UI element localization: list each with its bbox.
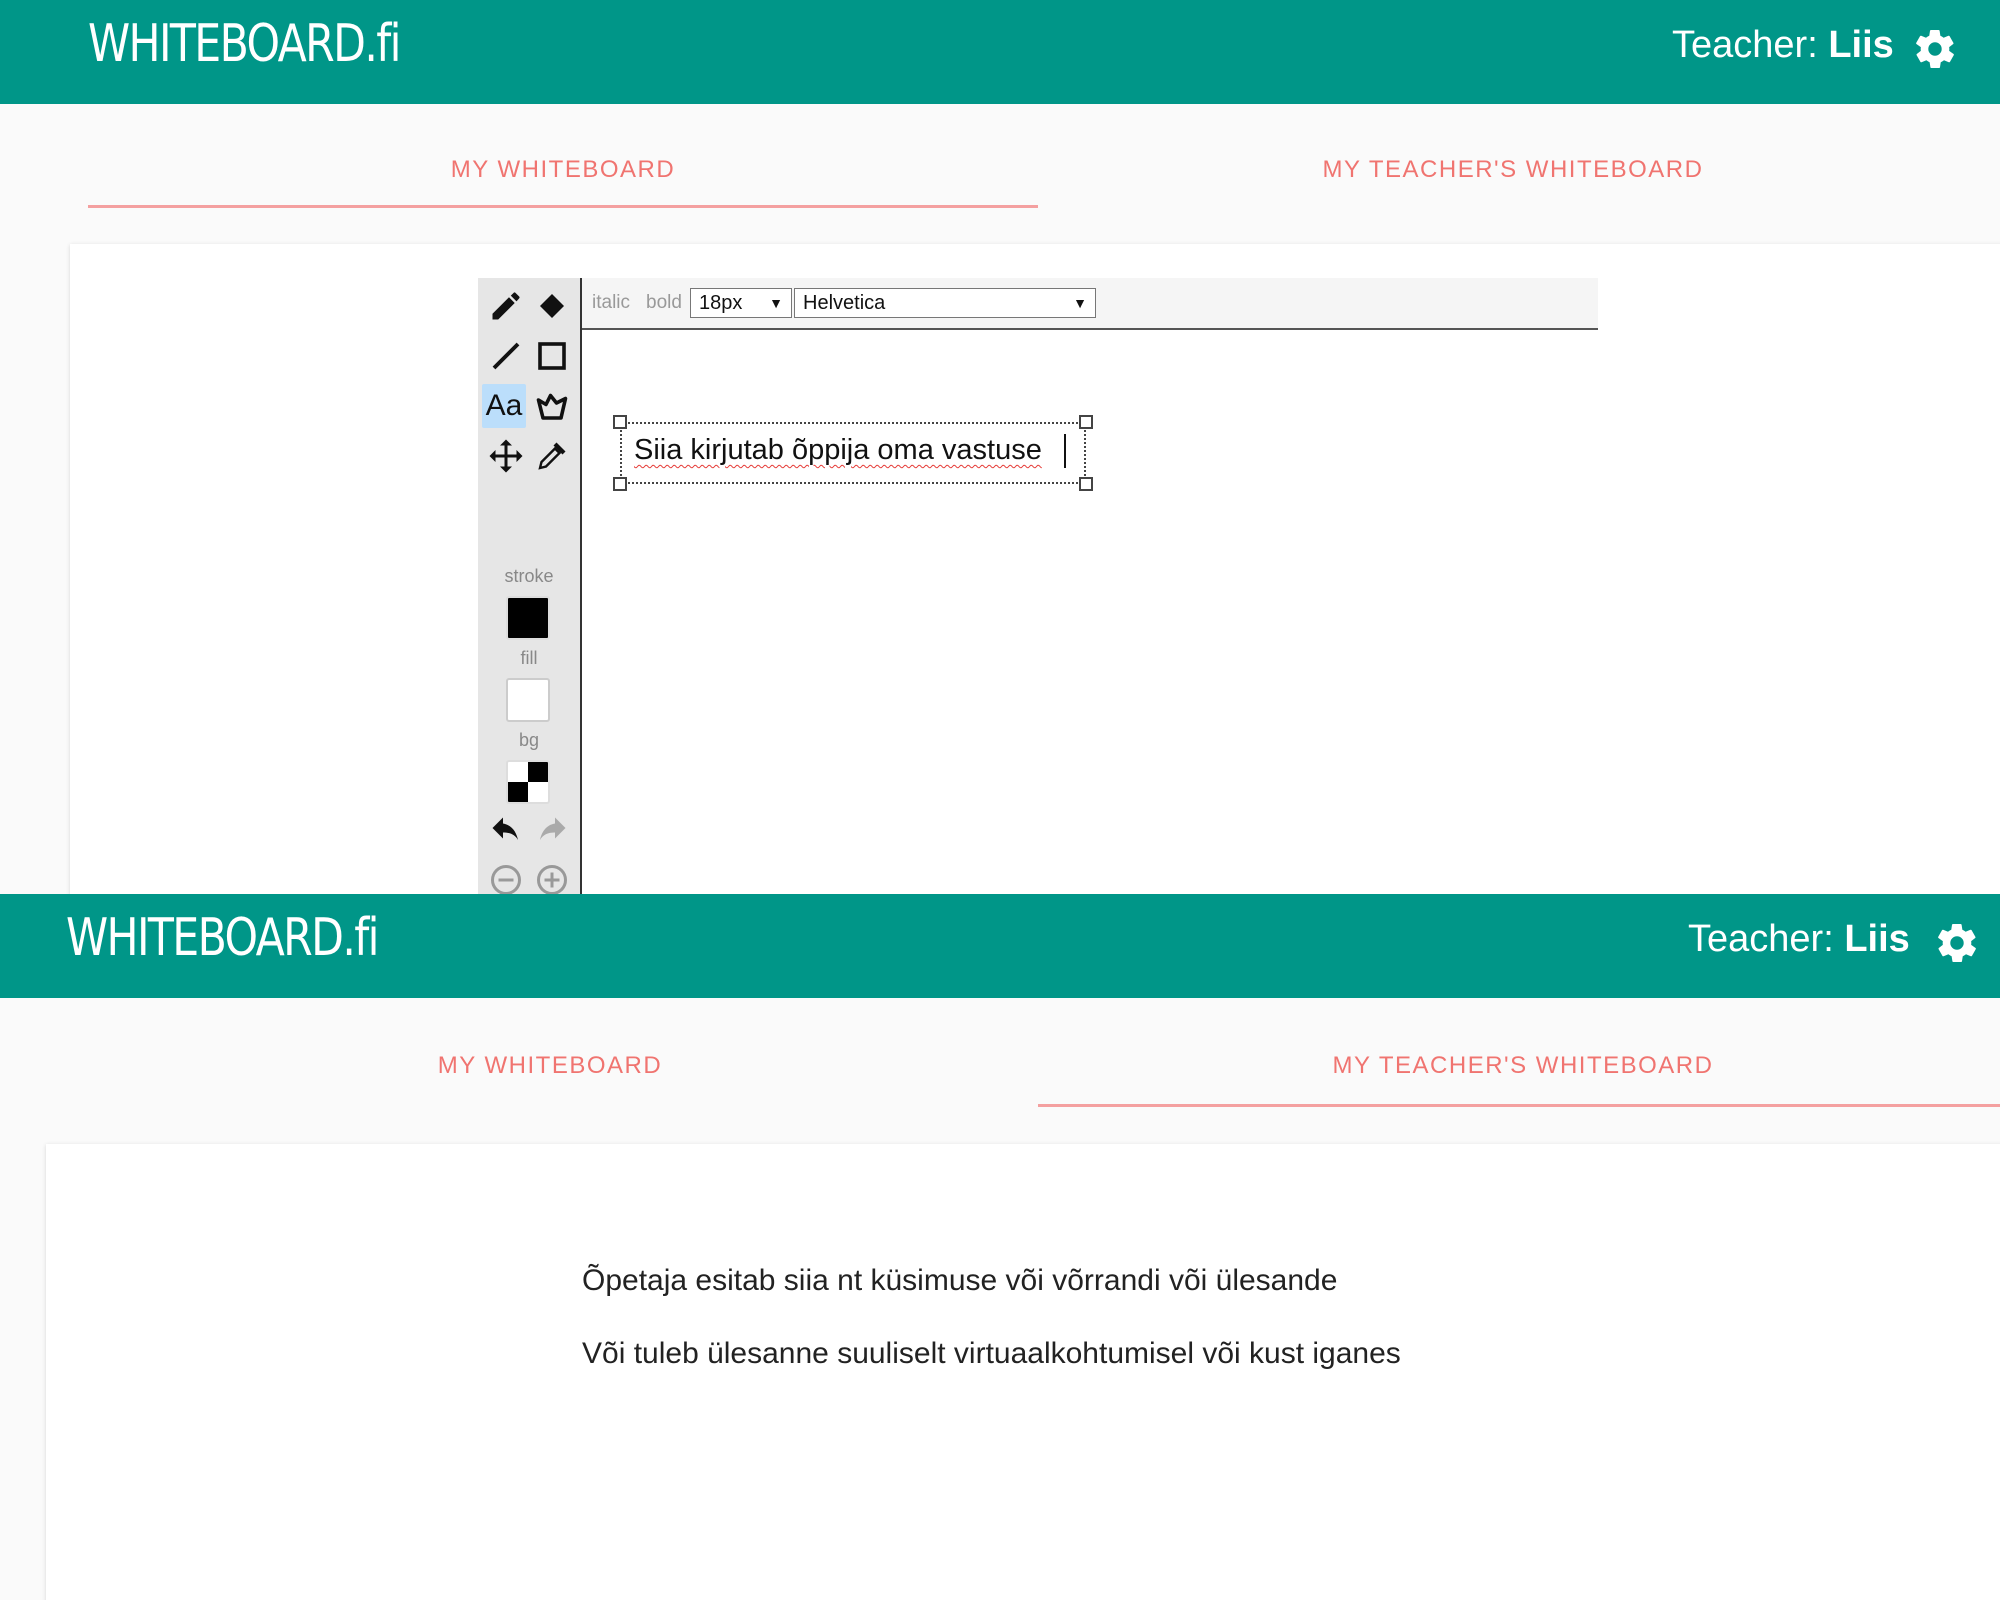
tab-my-whiteboard[interactable]: MY WHITEBOARD bbox=[60, 1030, 1040, 1102]
teacher-name: Teacher: Liis bbox=[1688, 918, 1910, 961]
line-tool[interactable] bbox=[484, 334, 528, 378]
polygon-icon bbox=[536, 393, 568, 420]
rectangle-tool[interactable] bbox=[530, 334, 574, 378]
eyedropper-tool[interactable] bbox=[530, 434, 574, 478]
eraser-icon bbox=[540, 294, 564, 318]
fill-label: fill bbox=[520, 648, 538, 668]
zoom-in-button[interactable] bbox=[530, 858, 574, 894]
text-options-bar: italic bold 18px ▼ Helvetica ▼ bbox=[582, 278, 1598, 330]
eyedropper-icon bbox=[538, 442, 566, 470]
resize-handle-bottom-left[interactable] bbox=[613, 477, 627, 491]
rectangle-icon bbox=[538, 342, 566, 370]
line-icon bbox=[492, 342, 520, 370]
fill-color-swatch[interactable] bbox=[506, 678, 550, 722]
resize-handle-top-left[interactable] bbox=[613, 415, 627, 429]
redo-icon bbox=[540, 817, 566, 840]
app-logo[interactable]: WHITEBOARD.fi bbox=[88, 14, 401, 74]
teacher-name-value: Liis bbox=[1844, 918, 1910, 960]
italic-toggle[interactable]: italic bbox=[592, 292, 630, 314]
stroke-label: stroke bbox=[504, 566, 554, 586]
canvas-text-content[interactable]: Siia kirjutab õppija oma vastuse bbox=[634, 434, 1042, 467]
polygon-tool[interactable] bbox=[530, 384, 574, 428]
eraser-tool[interactable] bbox=[530, 284, 574, 328]
teacher-prefix: Teacher: bbox=[1688, 918, 1834, 960]
tab-teachers-whiteboard[interactable]: MY TEACHER'S WHITEBOARD bbox=[1038, 1030, 2000, 1102]
teacher-whiteboard-view: WHITEBOARD.fi Teacher: Liis MY WHITEBOAR… bbox=[0, 894, 2000, 1600]
zoom-out-icon bbox=[491, 865, 521, 894]
tool-palette: Aa stroke fill bg bbox=[478, 278, 582, 894]
student-whiteboard-view: WHITEBOARD.fi Teacher: Liis MY WHITEBOAR… bbox=[0, 0, 2000, 894]
resize-handle-bottom-right[interactable] bbox=[1079, 477, 1093, 491]
font-size-value: 18px bbox=[699, 292, 743, 314]
dropdown-arrow-icon: ▼ bbox=[1073, 295, 1087, 311]
pencil-icon bbox=[492, 292, 520, 320]
move-icon bbox=[489, 439, 523, 473]
resize-handle-top-right[interactable] bbox=[1079, 415, 1093, 429]
teacher-board-text-line-1: Õpetaja esitab siia nt küsimuse või võrr… bbox=[582, 1264, 1338, 1297]
app-logo[interactable]: WHITEBOARD.fi bbox=[66, 908, 379, 968]
teacher-board-text-line-2: Või tuleb ülesanne suuliselt virtuaalkoh… bbox=[582, 1337, 1401, 1370]
background-color-swatch[interactable] bbox=[506, 760, 550, 804]
teacher-name-value: Liis bbox=[1828, 24, 1894, 66]
whiteboard-card bbox=[70, 244, 2000, 894]
pencil-tool[interactable] bbox=[484, 284, 528, 328]
undo-icon bbox=[492, 817, 518, 840]
undo-button[interactable] bbox=[484, 812, 528, 856]
settings-gear-icon[interactable] bbox=[1934, 920, 1980, 966]
tab-my-whiteboard[interactable]: MY WHITEBOARD bbox=[88, 134, 1038, 206]
zoom-out-button[interactable] bbox=[484, 858, 528, 894]
text-tool-icon: Aa bbox=[485, 389, 523, 422]
text-tool[interactable]: Aa bbox=[482, 384, 526, 428]
redo-button[interactable] bbox=[530, 812, 574, 856]
teacher-name: Teacher: Liis bbox=[1672, 24, 1894, 67]
pan-tool[interactable] bbox=[484, 434, 528, 478]
text-caret bbox=[1064, 434, 1066, 468]
stroke-color-swatch[interactable] bbox=[506, 596, 550, 640]
zoom-in-icon bbox=[537, 865, 567, 894]
font-family-select[interactable]: Helvetica ▼ bbox=[794, 288, 1096, 318]
bg-label: bg bbox=[518, 730, 540, 750]
settings-gear-icon[interactable] bbox=[1912, 26, 1958, 72]
app-bar: WHITEBOARD.fi Teacher: Liis bbox=[0, 894, 2000, 998]
active-tab-indicator bbox=[88, 205, 1038, 208]
active-tab-indicator bbox=[1038, 1104, 2000, 1107]
font-size-select[interactable]: 18px ▼ bbox=[690, 288, 792, 318]
teacher-board-card bbox=[46, 1144, 2000, 1600]
dropdown-arrow-icon: ▼ bbox=[769, 295, 783, 311]
app-bar: WHITEBOARD.fi Teacher: Liis bbox=[0, 0, 2000, 104]
canvas-text-box[interactable]: Siia kirjutab õppija oma vastuse bbox=[613, 415, 1093, 491]
bold-toggle[interactable]: bold bbox=[646, 292, 682, 314]
tab-teachers-whiteboard[interactable]: MY TEACHER'S WHITEBOARD bbox=[1038, 134, 1988, 206]
font-family-value: Helvetica bbox=[803, 292, 886, 314]
teacher-prefix: Teacher: bbox=[1672, 24, 1818, 66]
